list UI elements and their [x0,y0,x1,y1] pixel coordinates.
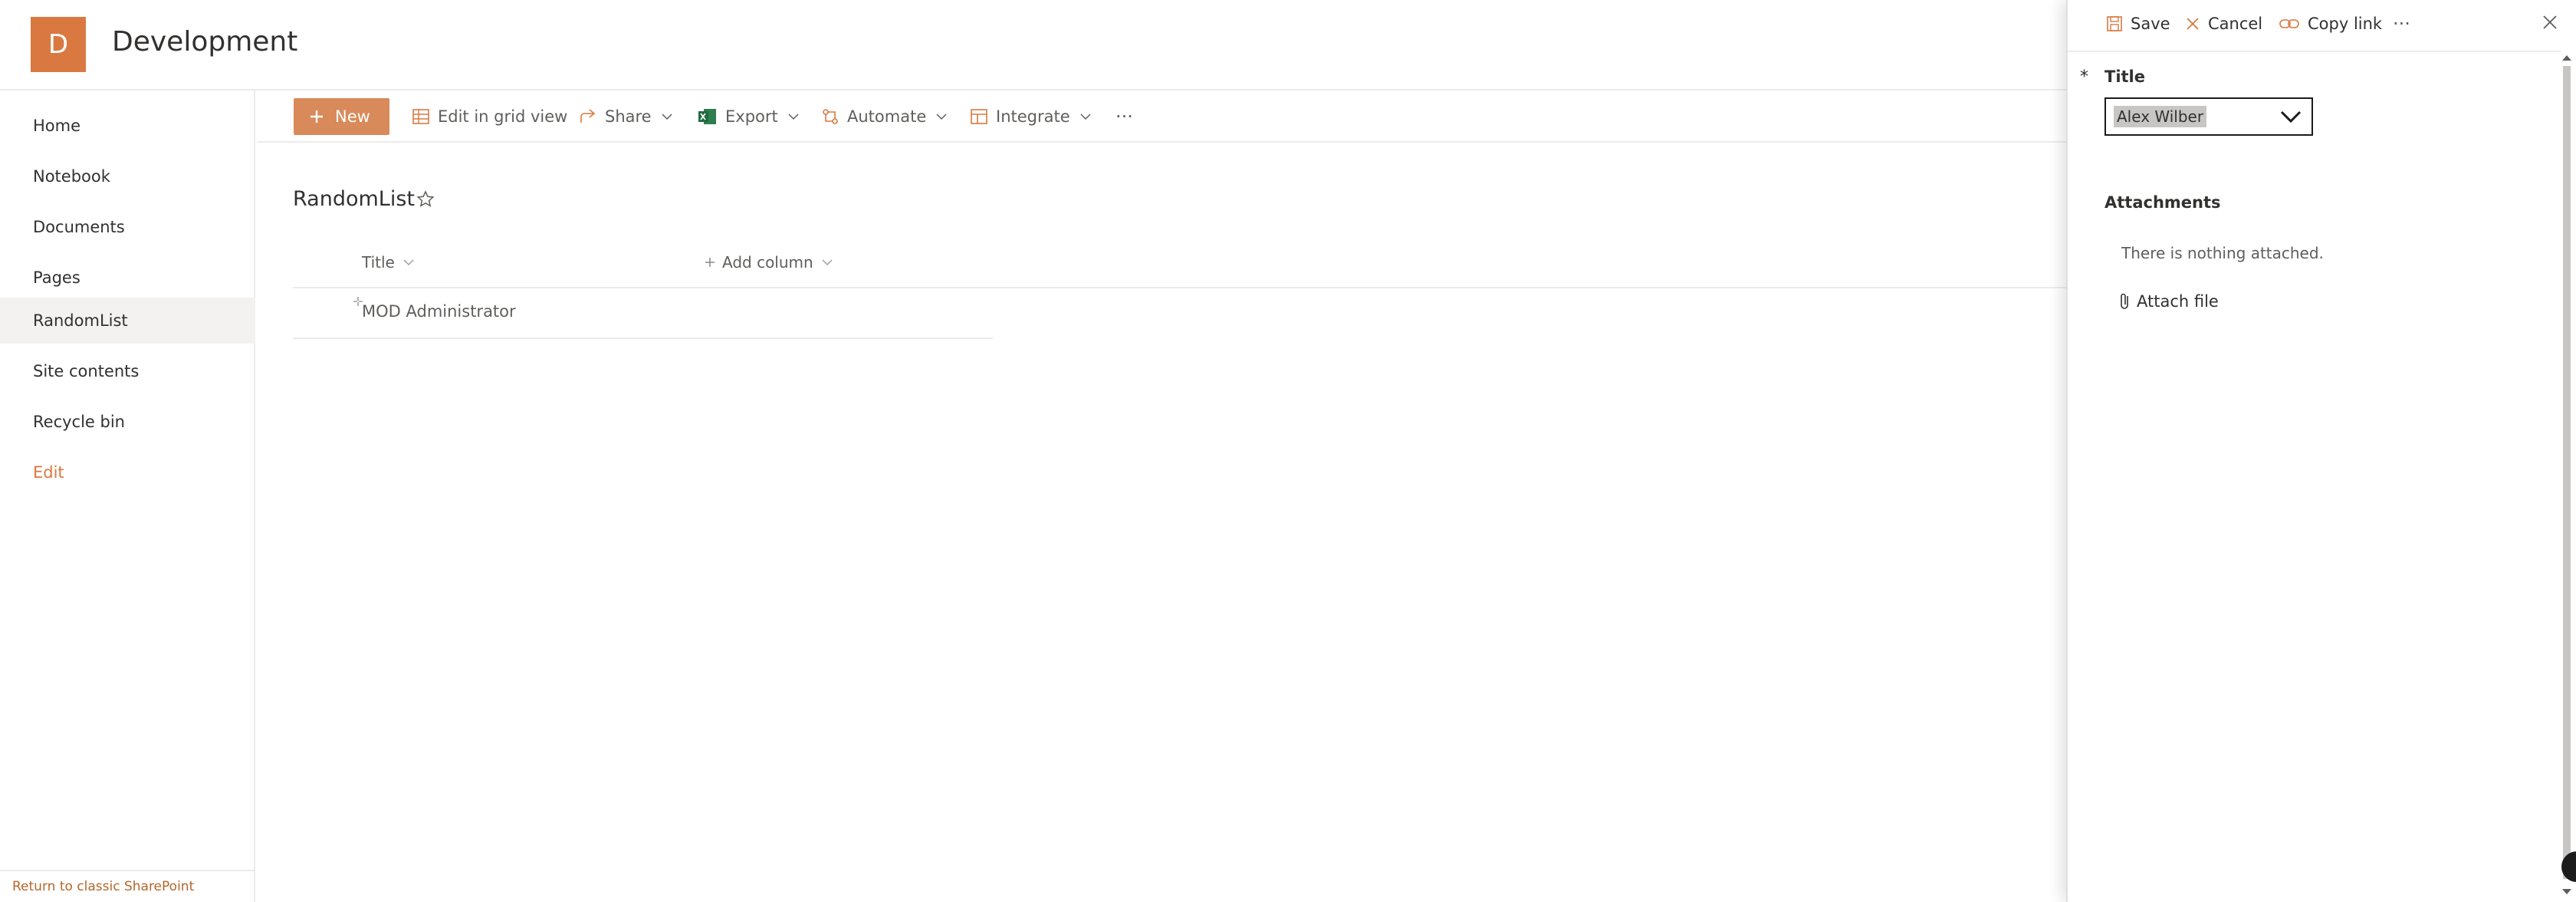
site-logo[interactable]: D [31,17,86,72]
chevron-down-icon [788,114,799,120]
add-column-label: Add column [722,253,813,272]
integrate-label: Integrate [996,107,1070,126]
attachments-label: Attachments [2104,193,2221,212]
scroll-down-arrow-icon[interactable] [2561,888,2572,896]
row-title-cell[interactable]: MOD Administrator [362,302,516,321]
no-attachments-text: There is nothing attached. [2121,244,2324,262]
automate-icon [823,109,838,124]
automate-label: Automate [847,107,927,126]
save-icon [2107,16,2122,31]
scroll-up-arrow-icon[interactable] [2561,54,2572,61]
integrate-button[interactable]: Integrate [970,98,1093,135]
nav-item-documents[interactable]: Documents [0,204,255,250]
star-icon[interactable] [416,189,435,209]
list-title: RandomList [293,187,415,211]
left-navigation: Home Notebook Documents Pages RandomList… [0,91,255,902]
panel-cancel-button[interactable]: Cancel [2185,12,2262,35]
export-label: Export [725,107,778,126]
automate-button[interactable]: Automate [821,98,949,135]
share-label: Share [605,107,652,126]
plus-icon [705,258,715,267]
more-commands-button[interactable]: ··· [1116,98,1133,135]
title-dropdown[interactable]: Alex Wilber [2104,97,2313,136]
edit-grid-view-button[interactable]: Edit in grid view [412,98,567,135]
add-column-button[interactable]: Add column [704,253,835,272]
nav-item-pages[interactable]: Pages [0,255,255,301]
chevron-down-icon [403,259,414,266]
chevron-down-icon [822,259,833,266]
panel-cancel-label: Cancel [2208,15,2263,33]
site-title[interactable]: Development [112,26,297,58]
required-marker: * [2080,67,2088,87]
link-icon [2279,19,2299,28]
share-icon [580,109,596,123]
attach-file-button[interactable]: Attach file [2118,291,2219,311]
edit-item-panel: Save Cancel Copy link ··· * Title Alex W… [2066,0,2576,902]
panel-scrollbar[interactable] [2559,49,2574,902]
panel-copy-link-label: Copy link [2308,15,2383,33]
new-button-label: New [335,107,370,126]
scrollbar-thumb[interactable] [2563,66,2571,879]
site-header: D Development [0,0,2066,91]
export-button[interactable]: Export [698,98,801,135]
panel-more-button[interactable]: ··· [2393,12,2410,35]
chevron-down-icon [936,114,947,120]
return-classic-link[interactable]: Return to classic SharePoint [12,879,194,894]
excel-icon [698,109,716,124]
column-header-title[interactable]: Title [362,253,416,272]
panel-copy-link-button[interactable]: Copy link [2279,12,2382,35]
footer-divider [0,870,255,871]
panel-header-divider [2068,51,2561,52]
close-icon [2187,18,2199,30]
nav-item-home[interactable]: Home [0,103,255,149]
edit-grid-view-label: Edit in grid view [438,107,568,126]
paperclip-icon [2121,293,2128,309]
command-bar: New Edit in grid view Share Export Autom… [257,91,2066,143]
panel-save-button[interactable]: Save [2106,12,2170,35]
plus-icon [310,110,323,123]
new-button[interactable]: New [294,98,389,135]
chevron-down-icon [2280,110,2302,123]
nav-edit-link[interactable]: Edit [0,449,255,495]
list-header-divider [293,287,2066,288]
attach-file-label: Attach file [2137,292,2219,311]
grid-icon [412,109,429,124]
nav-item-randomlist[interactable]: RandomList [0,298,255,344]
chevron-down-icon [1080,114,1091,120]
integrate-icon [971,109,987,124]
column-header-title-label: Title [362,253,395,272]
nav-item-notebook[interactable]: Notebook [0,153,255,199]
title-field-label: Title [2104,67,2146,86]
close-panel-icon[interactable] [2542,14,2558,31]
nav-item-site-contents[interactable]: Site contents [0,348,255,394]
nav-item-recycle-bin[interactable]: Recycle bin [0,399,255,445]
panel-save-label: Save [2131,15,2170,33]
title-dropdown-value: Alex Wilber [2114,106,2207,127]
chevron-down-icon [662,114,672,120]
share-button[interactable]: Share [579,98,675,135]
table-row[interactable]: MOD Administrator [293,290,993,339]
